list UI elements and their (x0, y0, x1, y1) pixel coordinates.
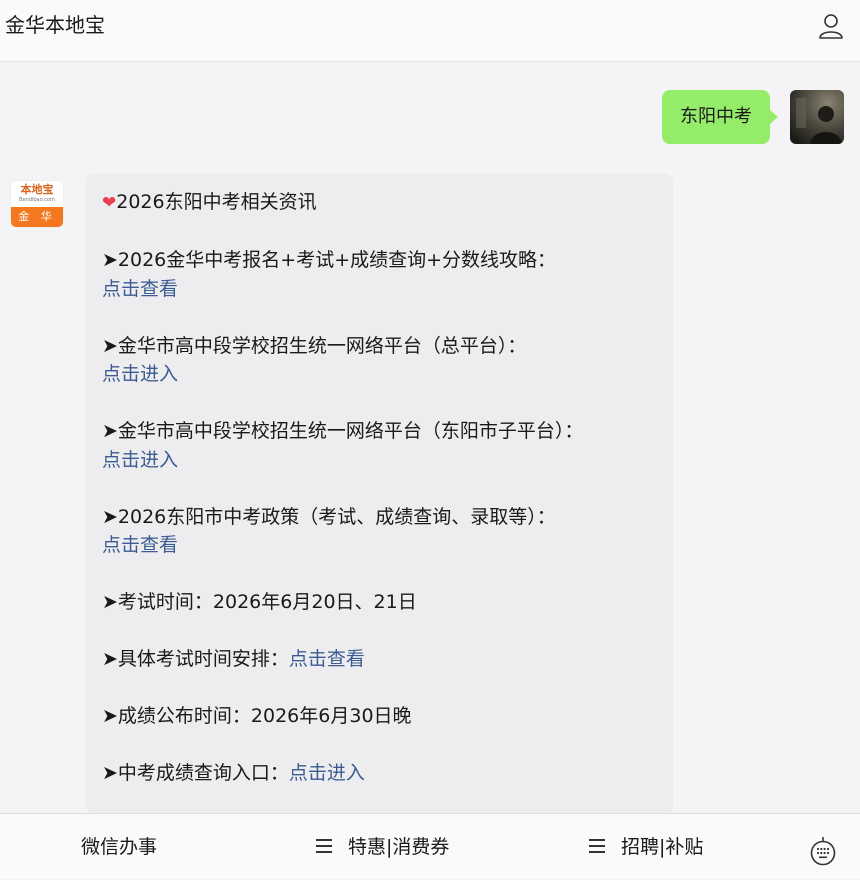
item-link[interactable]: 点击查看 (102, 534, 178, 556)
bubble-tail (770, 110, 778, 124)
bot-avatar[interactable]: 本地宝 Bendibao.com 金 华 (10, 180, 64, 228)
query-label: ➤中考成绩查询入口： (102, 762, 289, 784)
schedule-link[interactable]: 点击查看 (289, 648, 365, 670)
item-label: ➤金华市高中段学校招生统一网络平台（东阳市子平台）： (102, 420, 584, 442)
item-link[interactable]: 点击查看 (102, 278, 178, 300)
query-link[interactable]: 点击进入 (289, 762, 365, 784)
message-title: 2026东阳中考相关资讯 (116, 191, 317, 213)
menu-jobs[interactable]: 招聘|补贴 (589, 814, 703, 880)
avatar-url: Bendibao.com (19, 197, 55, 203)
menu-wechat-services[interactable]: 微信办事 (81, 814, 157, 880)
menu-label: 特惠|消费券 (348, 836, 450, 858)
bot-message-bubble: ❤2026东阳中考相关资讯 ➤2026金华中考报名+考试+成绩查询+分数线攻略：… (86, 174, 673, 814)
item-link[interactable]: 点击进入 (102, 449, 178, 471)
avatar-city: 金 华 (11, 207, 63, 227)
exam-time: ➤考试时间：2026年6月20日、21日 (102, 591, 417, 613)
menu-icon (589, 838, 605, 853)
bottom-menu-bar: 微信办事 特惠|消费券 招聘|补贴 (0, 813, 860, 879)
item-label: ➤2026金华中考报名+考试+成绩查询+分数线攻略： (102, 249, 557, 271)
menu-label: 微信办事 (81, 836, 158, 858)
header-bar: 金华本地宝 (0, 0, 860, 62)
keyboard-icon[interactable] (810, 836, 836, 866)
heart-icon: ❤ (102, 193, 117, 213)
item-link[interactable]: 点击进入 (102, 363, 178, 385)
menu-icon (316, 838, 332, 853)
user-message-bubble: 东阳中考 (662, 90, 778, 144)
page-title: 金华本地宝 (5, 13, 105, 37)
user-icon[interactable] (818, 13, 844, 39)
user-avatar[interactable] (790, 90, 844, 144)
avatar-brand: 本地宝 (20, 183, 54, 196)
item-label: ➤金华市高中段学校招生统一网络平台（总平台）： (102, 334, 527, 357)
schedule-label: ➤具体考试时间安排： (102, 648, 289, 670)
item-label: ➤2026东阳市中考政策（考试、成绩查询、录取等）： (102, 505, 556, 528)
user-message-text: 东阳中考 (680, 106, 752, 127)
message-title-line: ❤2026东阳中考相关资讯 (102, 188, 657, 218)
publish-time: ➤成绩公布时间：2026年6月30日晚 (102, 705, 412, 727)
menu-label: 招聘|补贴 (621, 836, 704, 858)
menu-discounts[interactable]: 特惠|消费券 (316, 814, 449, 880)
